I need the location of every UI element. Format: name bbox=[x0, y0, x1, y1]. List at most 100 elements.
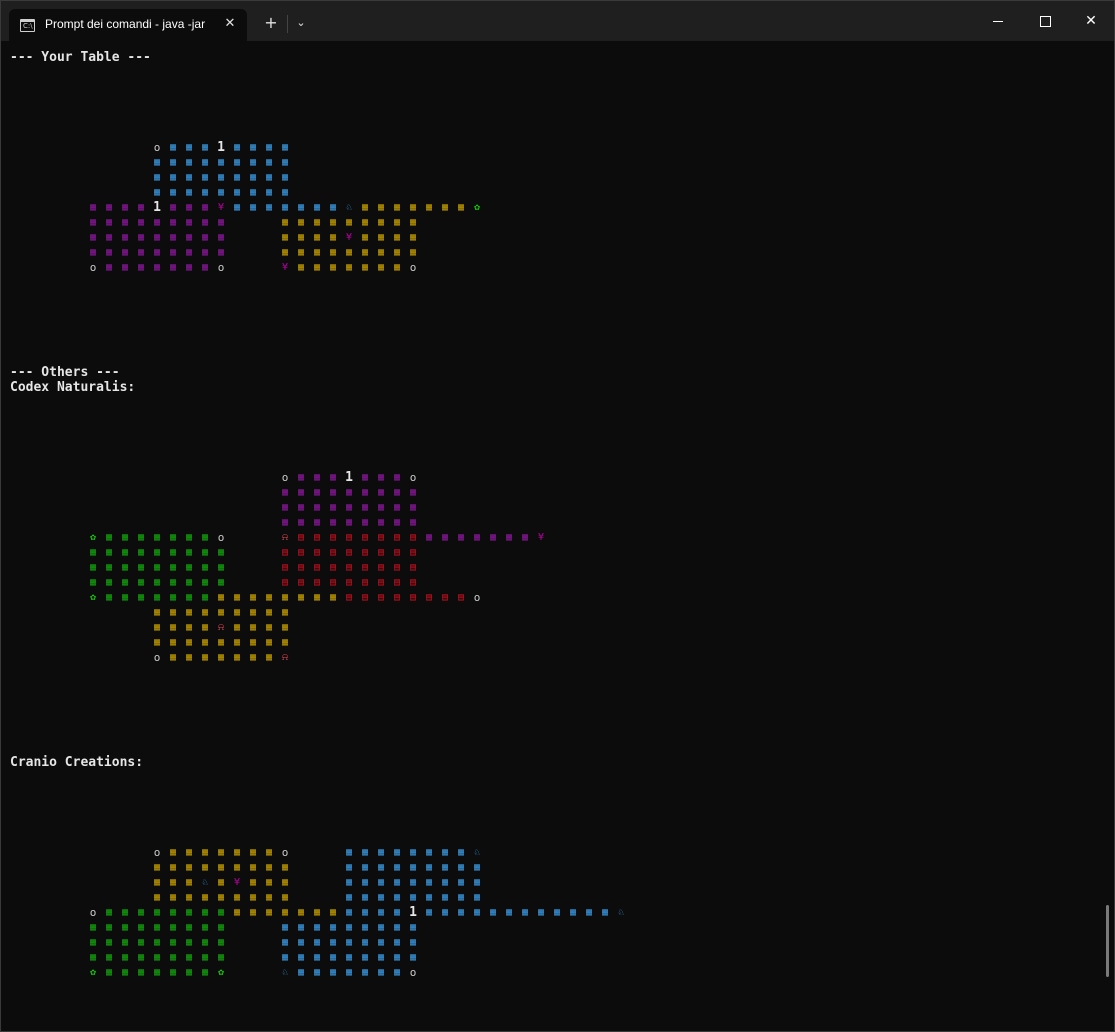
your-table-blue-cell: ▦ bbox=[217, 187, 225, 198]
cranio-creations-green-cell: ▦ bbox=[185, 952, 193, 963]
cranio-creations-yellow-cell: ▦ bbox=[233, 862, 241, 873]
cranio-creations-yellow-cell: ▦ bbox=[249, 892, 257, 903]
your-table-yellow-cell: ▦ bbox=[361, 202, 369, 213]
your-table-yellow-cell: ▦ bbox=[409, 232, 417, 243]
cranio-creations-horse-icon: ♘ bbox=[201, 877, 209, 888]
title-bar: C:\ Prompt dei comandi - java -jar ✕ + ⌄… bbox=[1, 1, 1114, 41]
your-table-blue-cell: ▦ bbox=[217, 172, 225, 183]
codex-naturalis-green-cell: ▦ bbox=[153, 547, 161, 558]
your-table-purple-cell: ▦ bbox=[217, 232, 225, 243]
maximize-icon bbox=[1039, 15, 1051, 27]
maximize-button[interactable] bbox=[1022, 1, 1068, 41]
codex-naturalis-yellow-cell: ▦ bbox=[185, 607, 193, 618]
codex-naturalis-yellow-cell: ▦ bbox=[233, 607, 241, 618]
codex-naturalis-purple-cell: ▦ bbox=[393, 472, 401, 483]
your-table-yellow-cell: ▦ bbox=[377, 202, 385, 213]
codex-naturalis-red-cell: ▤ bbox=[409, 547, 417, 558]
your-table-blue-cell: ▦ bbox=[169, 157, 177, 168]
cranio-creations-green-cell: ▦ bbox=[185, 907, 193, 918]
cranio-creations-yellow-cell: ▦ bbox=[281, 862, 289, 873]
codex-naturalis-purple-cell: ▦ bbox=[329, 472, 337, 483]
codex-naturalis-purple-cell: ▦ bbox=[281, 487, 289, 498]
codex-naturalis-green-cell: ▦ bbox=[137, 592, 145, 603]
codex-naturalis-purple-cell: ▦ bbox=[361, 472, 369, 483]
cranio-creations-yellow-cell: ▦ bbox=[217, 847, 225, 858]
cranio-creations-green-cell: ▦ bbox=[169, 967, 177, 978]
codex-naturalis-yellow-cell: ▦ bbox=[249, 637, 257, 648]
codex-naturalis-yellow-cell: ▦ bbox=[265, 637, 273, 648]
codex-naturalis-red-cell: ▤ bbox=[361, 547, 369, 558]
new-tab-button[interactable]: + bbox=[261, 13, 281, 33]
your-table-yellow-cell: ▦ bbox=[329, 217, 337, 228]
codex-naturalis-green-cell: ▦ bbox=[185, 532, 193, 543]
cranio-creations-blue-cell: ▦ bbox=[345, 967, 353, 978]
cranio-creations-green-cell: ▦ bbox=[121, 967, 129, 978]
cranio-creations-green-cell: ▦ bbox=[169, 922, 177, 933]
codex-naturalis-green-cell: ▦ bbox=[89, 547, 97, 558]
cranio-creations-blue-cell: ▦ bbox=[329, 922, 337, 933]
codex-naturalis-green-cell: ▦ bbox=[169, 532, 177, 543]
codex-naturalis-purple-cell: ▦ bbox=[409, 502, 417, 513]
your-table-blue-cell: ▦ bbox=[313, 202, 321, 213]
codex-naturalis-purple-cell: ▦ bbox=[377, 502, 385, 513]
codex-naturalis-purple-cell: ▦ bbox=[377, 487, 385, 498]
codex-naturalis-yellow-cell: ▦ bbox=[217, 637, 225, 648]
cranio-creations-green-cell: ▦ bbox=[153, 967, 161, 978]
cranio-creations-yellow-cell: ▦ bbox=[169, 877, 177, 888]
cranio-creations-blue-cell: ▦ bbox=[409, 847, 417, 858]
your-table-yellow-cell: ▦ bbox=[345, 262, 353, 273]
cranio-creations-yellow-cell: ▦ bbox=[265, 892, 273, 903]
cranio-creations-yellow-cell: ▦ bbox=[265, 877, 273, 888]
codex-naturalis-purple-cell: ▦ bbox=[313, 502, 321, 513]
your-table-purple-cell: ▦ bbox=[121, 202, 129, 213]
codex-naturalis-red-cell: ▤ bbox=[329, 547, 337, 558]
cranio-creations-yellow-cell: ▦ bbox=[233, 892, 241, 903]
chevron-down-icon[interactable]: ⌄ bbox=[292, 14, 310, 32]
cranio-creations-yellow-cell: ▦ bbox=[185, 892, 193, 903]
your-table-yellow-cell: ▦ bbox=[457, 202, 465, 213]
cranio-creations-green-cell: ▦ bbox=[185, 937, 193, 948]
close-window-button[interactable]: ✕ bbox=[1068, 1, 1114, 41]
tab-title: Prompt dei comandi - java -jar bbox=[45, 17, 206, 31]
your-table-yellow-cell: ▦ bbox=[377, 232, 385, 243]
your-table-purple-cell: ▦ bbox=[201, 247, 209, 258]
cranio-creations-points-digit: 1 bbox=[409, 905, 417, 920]
codex-naturalis-mushroom-icon: ⍾ bbox=[281, 652, 289, 663]
cranio-creations-blue-cell: ▦ bbox=[361, 937, 369, 948]
cranio-creations-blue-cell: ▦ bbox=[361, 847, 369, 858]
codex-naturalis-red-cell: ▤ bbox=[345, 547, 353, 558]
cranio-creations-green-cell: ▦ bbox=[137, 937, 145, 948]
codex-naturalis-yellow-cell: ▦ bbox=[249, 652, 257, 663]
console-output[interactable]: --- Your Table --- --- Others --- Codex … bbox=[1, 42, 1105, 1030]
cranio-creations-green-cell: ▦ bbox=[153, 952, 161, 963]
cranio-creations-blue-cell: ▦ bbox=[409, 877, 417, 888]
codex-naturalis-yellow-cell: ▦ bbox=[265, 607, 273, 618]
codex-naturalis-red-cell: ▤ bbox=[345, 562, 353, 573]
cranio-creations-yellow-cell: ▦ bbox=[281, 877, 289, 888]
cranio-creations-green-cell: ▦ bbox=[153, 922, 161, 933]
scrollbar[interactable] bbox=[1106, 905, 1109, 977]
codex-naturalis-flower-icon: ✿ bbox=[89, 532, 97, 543]
codex-naturalis-green-cell: ▦ bbox=[105, 547, 113, 558]
cranio-creations-empty-corner: o bbox=[153, 846, 161, 859]
cranio-creations-blue-cell: ▦ bbox=[473, 877, 481, 888]
cranio-creations-blue-cell: ▦ bbox=[473, 862, 481, 873]
minimize-button[interactable] bbox=[975, 1, 1021, 41]
codex-naturalis-yellow-cell: ▦ bbox=[185, 652, 193, 663]
tab-command-prompt[interactable]: C:\ Prompt dei comandi - java -jar ✕ bbox=[9, 9, 247, 41]
your-table-blue-cell: ▦ bbox=[249, 172, 257, 183]
codex-naturalis-red-cell: ▤ bbox=[313, 577, 321, 588]
cranio-creations-green-cell: ▦ bbox=[89, 952, 97, 963]
your-table-yellow-cell: ▦ bbox=[409, 217, 417, 228]
cranio-creations-blue-cell: ▦ bbox=[425, 862, 433, 873]
your-table-purple-cell: ▦ bbox=[153, 217, 161, 228]
cranio-creations-flower-icon: ✿ bbox=[89, 967, 97, 978]
your-table-blue-cell: ▦ bbox=[265, 157, 273, 168]
your-table-blue-cell: ▦ bbox=[249, 187, 257, 198]
codex-naturalis-red-cell: ▤ bbox=[457, 592, 465, 603]
your-table-purple-cell: ▦ bbox=[217, 217, 225, 228]
your-table-blue-cell: ▦ bbox=[281, 157, 289, 168]
close-tab-icon[interactable]: ✕ bbox=[221, 15, 239, 33]
cranio-creations-blue-cell: ▦ bbox=[473, 907, 481, 918]
codex-naturalis-yellow-cell: ▦ bbox=[185, 622, 193, 633]
